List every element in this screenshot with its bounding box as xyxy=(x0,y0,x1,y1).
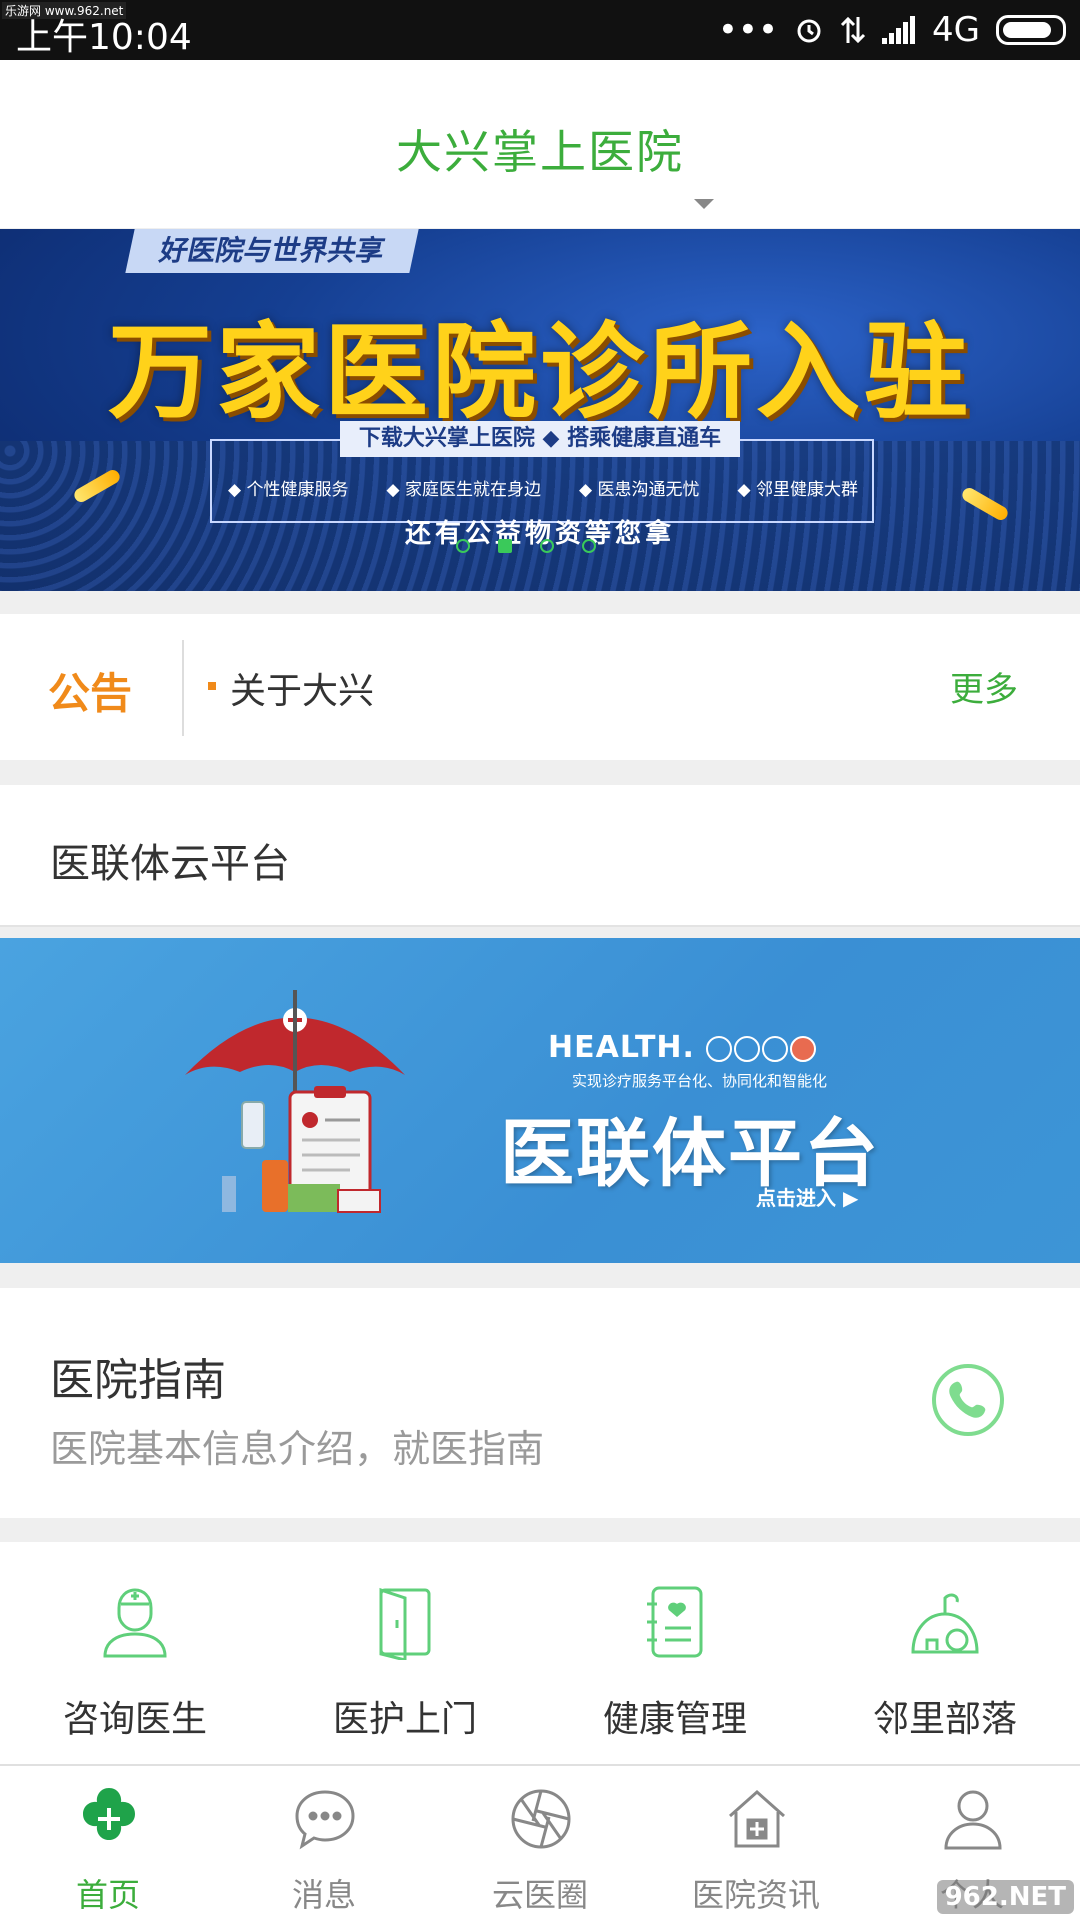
banner-subtitle: 下载大兴掌上医院 ◆ 搭乘健康直通车 xyxy=(340,421,740,457)
section-title: 医联体云平台 xyxy=(50,841,290,887)
message-icon xyxy=(295,1790,355,1850)
notice-label: 公告 xyxy=(48,669,133,718)
banner-feature: ◆ 个性健康服务 xyxy=(228,480,349,500)
notice-bar[interactable]: 公告 关于大兴 更多 xyxy=(0,614,1080,760)
banner2-subtitle: 实现诊疗服务平台化、协同化和智能化 xyxy=(572,1072,828,1090)
carousel-dot[interactable] xyxy=(540,539,554,553)
grid-label: 健康管理 xyxy=(602,1699,747,1740)
banner-feature: ◆ 医患沟通无忧 xyxy=(579,480,700,500)
person-icon xyxy=(944,1790,1002,1850)
door-icon xyxy=(379,1587,431,1660)
bottom-tab-bar: 首页 消息 云医圈 医院资讯 个人 xyxy=(0,1766,1080,1920)
notice-more-link[interactable]: 更多 xyxy=(950,662,1018,711)
notice-divider xyxy=(182,640,184,736)
health-dot-icon xyxy=(790,1036,816,1062)
banner-features: ◆ 个性健康服务 ◆ 家庭医生就在身边 ◆ 医患沟通无忧 ◆ 邻里健康大群 xyxy=(228,475,858,500)
phone-icon[interactable] xyxy=(930,1362,1006,1438)
tab-messages[interactable]: 消息 xyxy=(216,1766,432,1920)
grid-label: 医护上门 xyxy=(332,1699,477,1740)
signal-icon xyxy=(882,16,916,44)
grid-item-consult-doctor[interactable]: 咨询医生 xyxy=(0,1542,270,1764)
health-dot-icon xyxy=(734,1036,760,1062)
guide-description: 医院基本信息介绍，就医指南 xyxy=(50,1427,545,1471)
banner-headline: 万家医院诊所入驻 xyxy=(107,311,972,433)
status-bar: 乐游网 www.962.net 上午10:04 ••• 4G xyxy=(0,0,1080,60)
banner-feature: ◆ 家庭医生就在身边 xyxy=(386,480,541,500)
status-time: 上午10:04 xyxy=(16,17,192,58)
carousel-dot[interactable] xyxy=(456,539,470,553)
grid-item-neighborhood[interactable]: 邻里部落 xyxy=(810,1542,1080,1764)
app-header: 大兴掌上医院 xyxy=(0,60,1080,228)
guide-title: 医院指南 xyxy=(50,1355,226,1406)
carousel-indicator xyxy=(456,539,596,553)
grid-item-health-management[interactable]: 健康管理 xyxy=(540,1542,810,1764)
tab-label: 消息 xyxy=(291,1876,356,1914)
site-watermark: 962.NET xyxy=(936,1880,1074,1914)
chevron-down-icon[interactable] xyxy=(694,199,714,209)
notice-text[interactable]: 关于大兴 xyxy=(230,662,374,714)
carousel-dot[interactable] xyxy=(582,539,596,553)
tab-hospital-news[interactable]: 医院资讯 xyxy=(648,1766,864,1920)
tab-label: 医院资讯 xyxy=(691,1876,820,1914)
alarm-icon xyxy=(797,19,821,43)
home-clover-icon xyxy=(83,1788,135,1840)
battery-icon xyxy=(996,15,1066,45)
section-header: 医联体云平台 xyxy=(0,785,1080,927)
network-type: 4G xyxy=(932,10,980,50)
banner2-enter-link[interactable]: 点击进入 ▶ xyxy=(756,1182,858,1211)
banner-tag: 好医院与世界共享 xyxy=(125,229,419,273)
grid-label: 咨询医生 xyxy=(62,1699,207,1740)
status-icons: ••• 4G xyxy=(718,10,1066,50)
hospital-house-icon xyxy=(729,1789,785,1848)
more-dots-icon: ••• xyxy=(717,10,779,50)
grid-label: 邻里部落 xyxy=(872,1699,1017,1740)
tab-cloud-circle[interactable]: 云医圈 xyxy=(432,1766,648,1920)
grid-item-home-care[interactable]: 医护上门 xyxy=(270,1542,540,1764)
health-dot-icon xyxy=(706,1036,732,1062)
health-dot-icon xyxy=(762,1036,788,1062)
tab-label: 首页 xyxy=(75,1876,140,1914)
umbrella-medical-illustration xyxy=(185,990,405,1213)
neighborhood-icon xyxy=(911,1593,979,1654)
banner-feature: ◆ 邻里健康大群 xyxy=(737,480,858,500)
data-transfer-icon xyxy=(840,16,866,44)
medical-alliance-banner[interactable]: HEALTH. 实现诊疗服务平台化、协同化和智能化 医联体平台 点击进入 ▶ xyxy=(0,938,1080,1263)
hospital-selector[interactable]: 大兴掌上医院 xyxy=(0,116,1080,182)
hospital-guide-card[interactable]: 医院指南 医院基本信息介绍，就医指南 xyxy=(0,1288,1080,1518)
tab-home[interactable]: 首页 xyxy=(0,1766,216,1920)
health-record-icon xyxy=(647,1586,703,1658)
notice-bullet xyxy=(208,682,216,690)
carousel-dot-active[interactable] xyxy=(498,539,512,553)
service-grid: 咨询医生 医护上门 健康管理 邻里部落 xyxy=(0,1542,1080,1766)
tab-label: 云医圈 xyxy=(491,1876,588,1914)
banner2-health-text: HEALTH. xyxy=(548,1030,695,1065)
doctor-icon xyxy=(103,1588,167,1658)
promo-banner[interactable]: 好医院与世界共享 万家医院诊所入驻 下载大兴掌上医院 ◆ 搭乘健康直通车 ◆ 个… xyxy=(0,229,1080,591)
aperture-icon xyxy=(511,1789,571,1849)
